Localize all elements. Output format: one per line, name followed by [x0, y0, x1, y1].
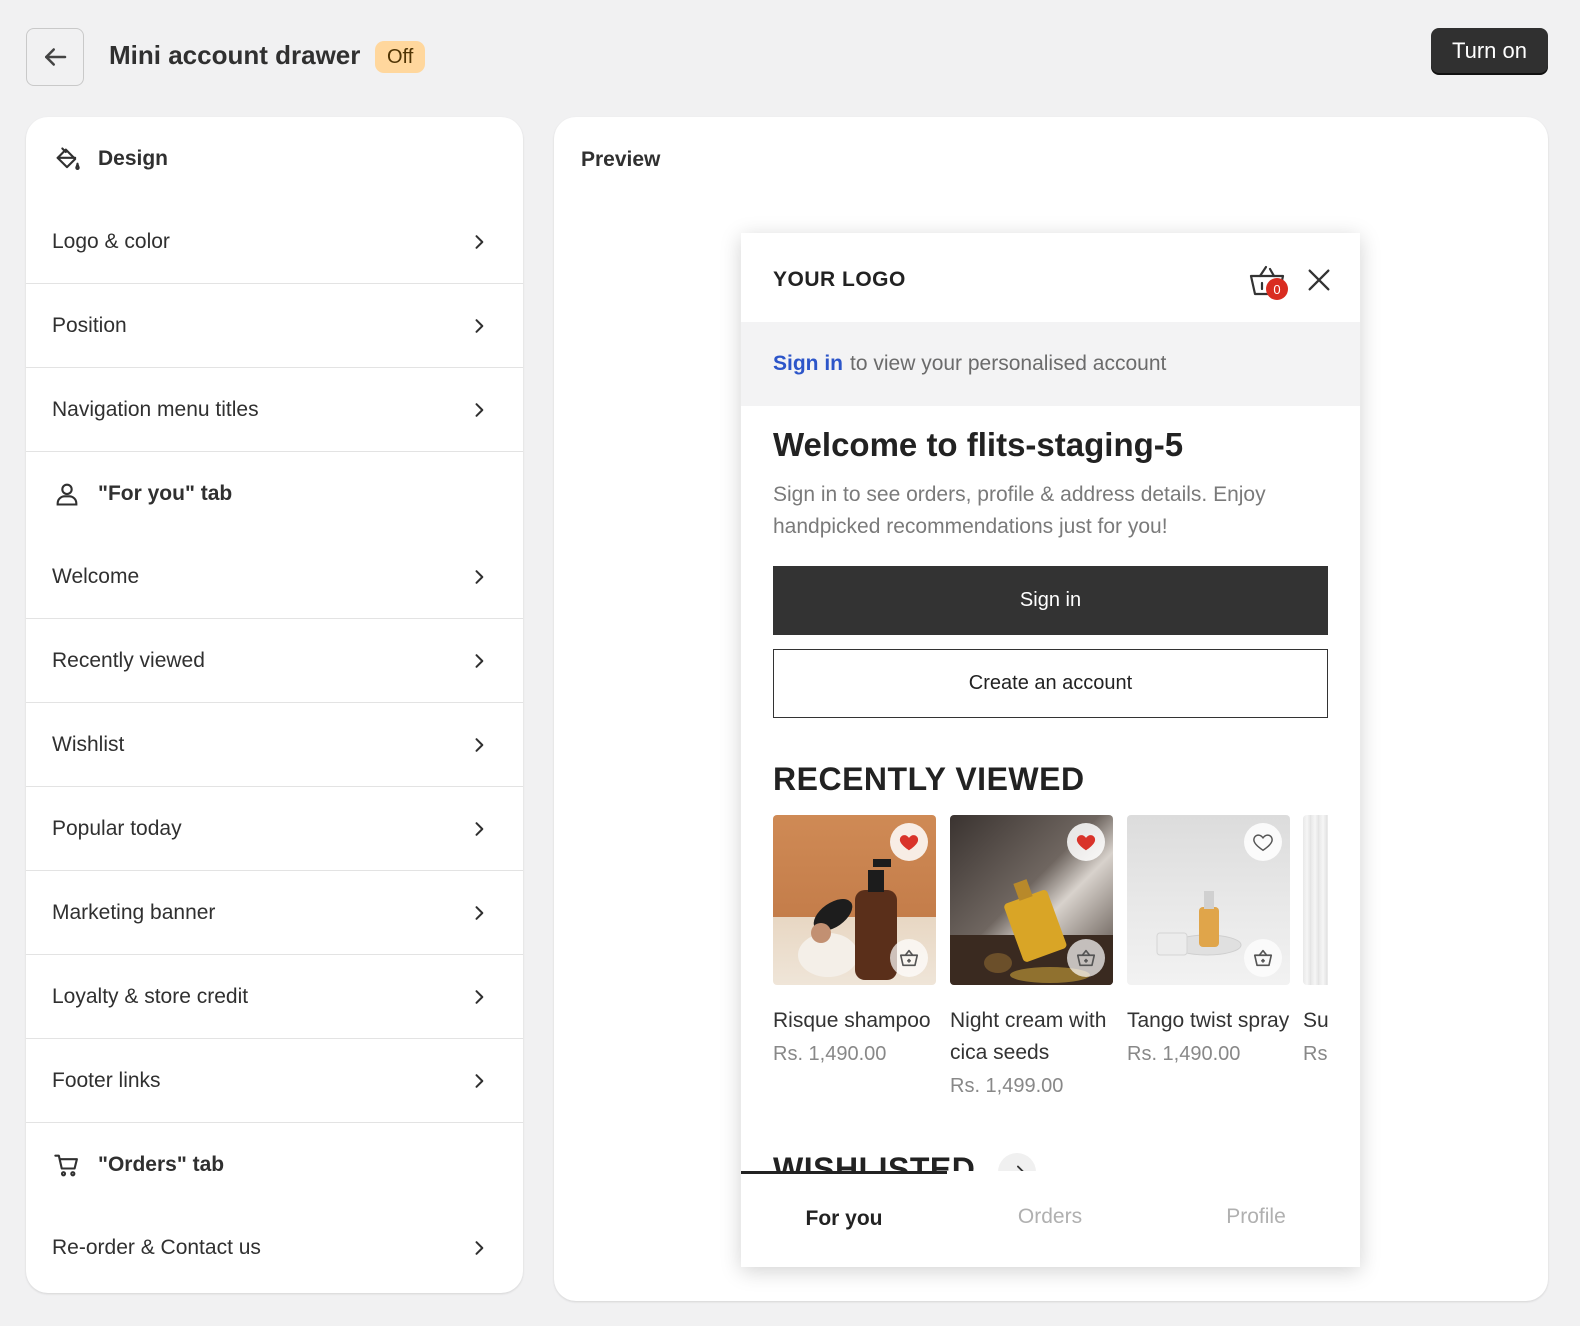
- welcome-text: Sign in to see orders, profile & address…: [773, 483, 1266, 538]
- quick-add-basket-icon[interactable]: [1244, 939, 1282, 977]
- section-title: "For you" tab: [98, 481, 233, 505]
- chevron-right-icon: [475, 569, 484, 584]
- menu-item-label: Recently viewed: [52, 648, 205, 672]
- section-title: "Orders" tab: [98, 1152, 225, 1176]
- product-card[interactable]: Su Rs: [1303, 815, 1328, 1066]
- back-button[interactable]: [26, 28, 84, 86]
- product-name: Night cream with cica seeds: [950, 1009, 1107, 1064]
- menu-item-recently-viewed[interactable]: Recently viewed: [26, 619, 523, 703]
- tab-for-you[interactable]: For you: [741, 1207, 947, 1231]
- product-image: [1127, 815, 1290, 985]
- product-price: Rs: [1303, 1043, 1328, 1065]
- signin-prompt-bar: Sign in to view your personalised accoun…: [741, 322, 1360, 406]
- quick-add-basket-icon[interactable]: [890, 939, 928, 977]
- product-price: Rs. 1,490.00: [773, 1043, 887, 1065]
- recently-viewed-title: RECENTLY VIEWED: [773, 761, 1085, 797]
- menu-item-label: Welcome: [52, 564, 140, 588]
- product-name: Su: [1303, 1009, 1328, 1032]
- chevron-right-icon: [475, 318, 484, 333]
- signin-button[interactable]: Sign in: [773, 566, 1328, 635]
- chevron-right-icon: [475, 653, 484, 668]
- preview-label: Preview: [581, 148, 661, 171]
- top-bar: Mini account drawer Off Turn on: [0, 0, 1580, 110]
- product-name: Tango twist spray: [1127, 1009, 1290, 1032]
- section-for-you-tab: "For you" tab: [26, 452, 523, 535]
- chevron-right-icon: [475, 989, 484, 1004]
- menu-item-welcome[interactable]: Welcome: [26, 535, 523, 619]
- product-image: [950, 815, 1113, 985]
- product-name: Risque shampoo: [773, 1009, 931, 1032]
- signin-prompt-text: to view your personalised account: [850, 352, 1167, 375]
- product-image: [773, 815, 936, 985]
- menu-item-footer-links[interactable]: Footer links: [26, 1039, 523, 1123]
- product-price: Rs. 1,499.00: [950, 1075, 1064, 1097]
- menu-item-logo-color[interactable]: Logo & color: [26, 200, 523, 284]
- turn-on-button[interactable]: Turn on: [1431, 28, 1548, 73]
- menu-item-navigation-titles[interactable]: Navigation menu titles: [26, 368, 523, 452]
- menu-item-label: Wishlist: [52, 732, 125, 756]
- section-title: Design: [98, 146, 169, 170]
- menu-item-label: Position: [52, 313, 127, 337]
- signin-link[interactable]: Sign in: [773, 352, 843, 376]
- menu-item-label: Navigation menu titles: [52, 397, 259, 421]
- menu-item-marketing-banner[interactable]: Marketing banner: [26, 871, 523, 955]
- menu-item-loyalty-store-credit[interactable]: Loyalty & store credit: [26, 955, 523, 1039]
- wishlist-heart-icon[interactable]: [1067, 823, 1105, 861]
- menu-item-reorder-contact[interactable]: Re-order & Contact us: [26, 1206, 523, 1290]
- menu-item-popular-today[interactable]: Popular today: [26, 787, 523, 871]
- product-card[interactable]: Night cream with cica seeds Rs. 1,499.00: [950, 815, 1113, 1098]
- cart-count-badge: 0: [1266, 278, 1288, 300]
- status-badge: Off: [375, 41, 426, 73]
- chevron-right-icon: [475, 402, 484, 417]
- product-card[interactable]: Risque shampoo Rs. 1,490.00: [773, 815, 936, 1066]
- settings-sidebar: Design Logo & color Position Navigation …: [26, 117, 523, 1293]
- drawer-logo: YOUR LOGO: [773, 268, 906, 291]
- menu-item-label: Footer links: [52, 1068, 161, 1092]
- menu-item-label: Popular today: [52, 816, 182, 840]
- cart-icon: [52, 1150, 82, 1180]
- menu-item-label: Loyalty & store credit: [52, 984, 249, 1008]
- arrow-left-icon: [45, 48, 67, 66]
- person-icon: [52, 479, 82, 509]
- close-icon[interactable]: [1305, 266, 1333, 294]
- menu-item-position[interactable]: Position: [26, 284, 523, 368]
- quick-add-basket-icon[interactable]: [1067, 939, 1105, 977]
- chevron-right-icon: [475, 234, 484, 249]
- drawer-header: YOUR LOGO 0: [741, 233, 1360, 322]
- chevron-right-icon: [475, 821, 484, 836]
- menu-item-label: Logo & color: [52, 229, 170, 253]
- mini-account-drawer-preview: YOUR LOGO 0 Sign in to view your persona…: [741, 233, 1360, 1267]
- section-design: Design: [26, 117, 523, 200]
- tab-orders[interactable]: Orders: [947, 1205, 1153, 1229]
- tab-profile[interactable]: Profile: [1153, 1205, 1359, 1229]
- product-price: Rs. 1,490.00: [1127, 1043, 1241, 1065]
- paint-bucket-icon: [52, 144, 82, 174]
- wishlist-heart-icon[interactable]: [890, 823, 928, 861]
- chevron-right-icon: [475, 1073, 484, 1088]
- section-orders-tab: "Orders" tab: [26, 1123, 523, 1206]
- recently-viewed-carousel: Risque shampoo Rs. 1,490.00 Night cream …: [773, 815, 1328, 1115]
- chevron-right-icon: [475, 737, 484, 752]
- active-tab-indicator: [741, 1171, 947, 1174]
- wishlist-heart-icon[interactable]: [1244, 823, 1282, 861]
- menu-item-label: Re-order & Contact us: [52, 1236, 261, 1259]
- page-title: Mini account drawer: [109, 40, 361, 70]
- product-card[interactable]: Tango twist spray Rs. 1,490.00: [1127, 815, 1290, 1066]
- preview-panel: Preview YOUR LOGO 0 Sign in to view your…: [554, 117, 1548, 1301]
- menu-item-label: Marketing banner: [52, 900, 216, 924]
- welcome-title: Welcome to flits-staging-5: [773, 426, 1184, 463]
- menu-item-wishlist[interactable]: Wishlist: [26, 703, 523, 787]
- drawer-tab-bar: For you Orders Profile: [741, 1171, 1360, 1267]
- product-image: [1303, 815, 1328, 985]
- chevron-right-icon: [475, 905, 484, 920]
- chevron-right-icon: [475, 1241, 484, 1255]
- create-account-button[interactable]: Create an account: [773, 649, 1328, 718]
